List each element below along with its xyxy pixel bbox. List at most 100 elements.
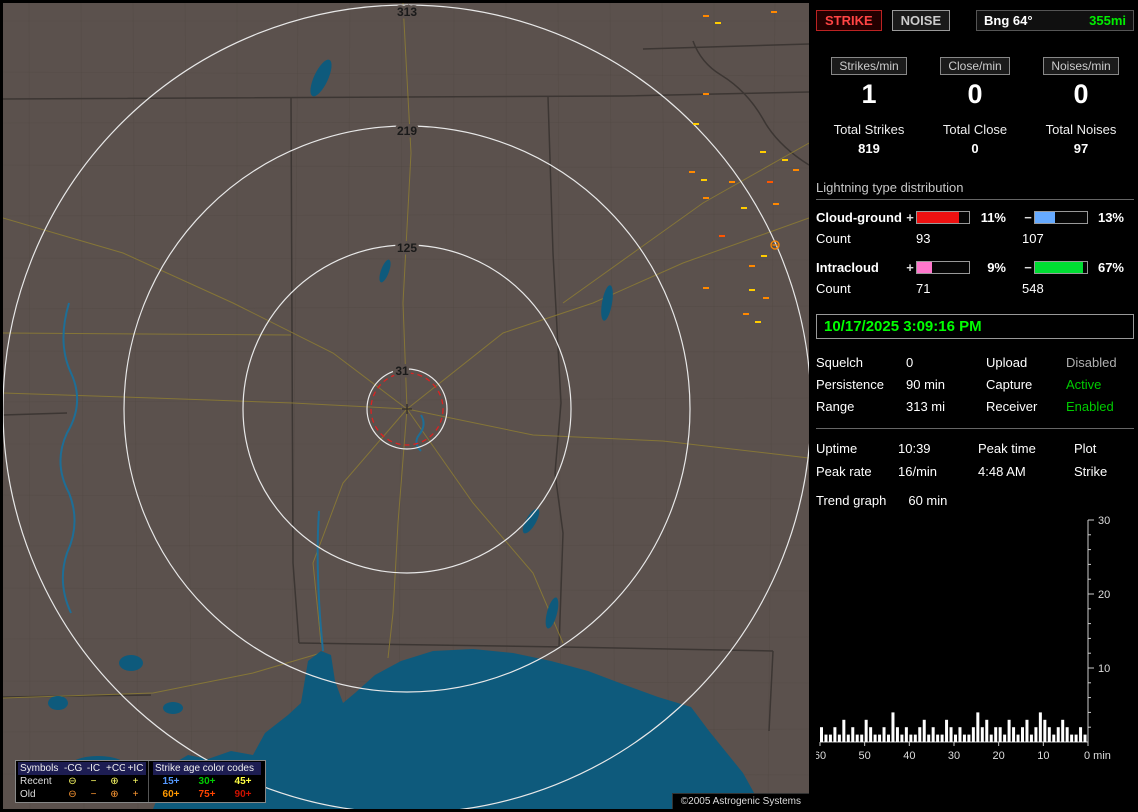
plot-label: Plot xyxy=(1074,441,1134,456)
plot-value: Strike xyxy=(1074,464,1134,479)
persistence-label: Persistence xyxy=(816,377,906,392)
old-neg-cg-icon: ⊖ xyxy=(62,788,83,801)
strikes-per-min-header: Strikes/min xyxy=(831,57,906,75)
noises-per-min-header: Noises/min xyxy=(1043,57,1118,75)
map-panel[interactable]: 313 219 125 31 Symbols -CG -IC +CG +IC R… xyxy=(3,3,809,809)
close-column: Close/min 0 Total Close 0 xyxy=(922,57,1028,156)
status-sidebar: STRIKE NOISE Bng 64° 355mi Strikes/min 1… xyxy=(816,10,1134,768)
noises-per-min-value: 0 xyxy=(1028,79,1134,110)
age-45: 45+ xyxy=(225,775,261,788)
legend-col-neg-ic: -IC xyxy=(83,762,104,775)
ic-positive-bar xyxy=(916,261,970,274)
uptime-value: 10:39 xyxy=(898,441,978,456)
range-label-125: 125 xyxy=(397,241,417,255)
cloud-ground-label: Cloud-ground xyxy=(816,210,904,225)
svg-text:20: 20 xyxy=(993,750,1005,762)
svg-text:30: 30 xyxy=(1098,516,1110,527)
legend-old-label: Old xyxy=(18,788,62,801)
old-neg-ic-icon: − xyxy=(83,788,104,801)
ic-positive-count: 71 xyxy=(916,281,1010,296)
svg-text:50: 50 xyxy=(859,750,871,762)
plus-sign: + xyxy=(904,260,916,275)
peak-time-label: Peak time xyxy=(978,441,1074,456)
svg-text:10: 10 xyxy=(1098,663,1110,675)
total-noises-value: 97 xyxy=(1028,141,1134,156)
svg-text:10: 10 xyxy=(1037,750,1049,762)
squelch-value: 0 xyxy=(906,355,986,370)
upload-value: Disabled xyxy=(1066,355,1134,370)
bearing-value: Bng 64° xyxy=(984,13,1033,28)
total-strikes-label: Total Strikes xyxy=(816,122,922,137)
age-75: 75+ xyxy=(189,788,225,801)
ic-positive-percent: 9% xyxy=(970,260,1010,275)
session-stats: Uptime 10:39 Peak time Plot Peak rate 16… xyxy=(816,441,1134,479)
cg-count-label: Count xyxy=(816,231,904,246)
old-pos-cg-icon: ⊕ xyxy=(104,788,125,801)
receiver-label: Receiver xyxy=(986,399,1066,414)
svg-text:0 min: 0 min xyxy=(1084,750,1111,762)
legend-recent-label: Recent xyxy=(18,775,62,788)
weather-map[interactable]: 313 219 125 31 xyxy=(3,3,809,809)
total-close-label: Total Close xyxy=(922,122,1028,137)
strikes-column: Strikes/min 1 Total Strikes 819 xyxy=(816,57,922,156)
copyright-notice: ©2005 Astrogenic Systems xyxy=(672,793,809,809)
legend-age-header: Strike age color codes xyxy=(153,762,261,775)
legend-symbols-header: Symbols xyxy=(18,762,62,775)
cg-negative-count: 107 xyxy=(1022,231,1134,246)
age-90: 90+ xyxy=(225,788,261,801)
intracloud-label: Intracloud xyxy=(816,260,904,275)
bearing-distance: 355mi xyxy=(1089,13,1126,28)
total-close-value: 0 xyxy=(922,141,1028,156)
range-label-219: 219 xyxy=(397,124,417,138)
trend-graph-header: Trend graph 60 min xyxy=(816,493,1134,508)
rate-panel: Strikes/min 1 Total Strikes 819 Close/mi… xyxy=(816,57,1134,156)
intracloud-row: Intracloud + 9% − 67% xyxy=(816,260,1134,275)
mode-toolbar: STRIKE NOISE Bng 64° 355mi xyxy=(816,10,1134,31)
total-noises-label: Total Noises xyxy=(1028,122,1134,137)
upload-label: Upload xyxy=(986,355,1066,370)
range-label-31: 31 xyxy=(395,364,409,378)
old-pos-ic-icon: + xyxy=(125,788,146,801)
range-value: 313 mi xyxy=(906,399,986,414)
legend-col-pos-ic: +IC xyxy=(125,762,146,775)
svg-text:30: 30 xyxy=(948,750,960,762)
noise-mode-button[interactable]: NOISE xyxy=(892,10,950,31)
range-label: Range xyxy=(816,399,906,414)
squelch-label: Squelch xyxy=(816,355,906,370)
recent-neg-ic-icon: − xyxy=(83,775,104,788)
cg-negative-bar xyxy=(1034,211,1088,224)
recent-pos-ic-icon: + xyxy=(125,775,146,788)
uptime-label: Uptime xyxy=(816,441,898,456)
symbol-legend: Symbols -CG -IC +CG +IC Recent ⊖ − ⊕ + O… xyxy=(15,760,266,803)
divider xyxy=(816,428,1134,429)
svg-text:60: 60 xyxy=(816,750,826,762)
strike-mode-button[interactable]: STRIKE xyxy=(816,10,882,31)
receiver-settings: Squelch 0 Upload Disabled Persistence 90… xyxy=(816,355,1134,414)
ic-negative-count: 548 xyxy=(1022,281,1134,296)
divider xyxy=(816,199,1134,200)
recent-neg-cg-icon: ⊖ xyxy=(62,775,83,788)
svg-text:40: 40 xyxy=(903,750,915,762)
peak-time-value: 4:48 AM xyxy=(978,464,1074,479)
minus-sign: − xyxy=(1022,260,1034,275)
bearing-readout: Bng 64° 355mi xyxy=(976,10,1134,31)
plus-sign: + xyxy=(904,210,916,225)
capture-value: Active xyxy=(1066,377,1134,392)
close-per-min-value: 0 xyxy=(922,79,1028,110)
trend-graph-period: 60 min xyxy=(908,493,947,508)
cg-positive-count: 93 xyxy=(916,231,1010,246)
cg-positive-bar xyxy=(916,211,970,224)
ic-negative-bar xyxy=(1034,261,1088,274)
age-60: 60+ xyxy=(153,788,189,801)
noises-column: Noises/min 0 Total Noises 97 xyxy=(1028,57,1134,156)
close-per-min-header: Close/min xyxy=(940,57,1009,75)
cg-positive-percent: 11% xyxy=(970,210,1010,225)
range-label-313: 313 xyxy=(397,5,417,19)
ic-count-label: Count xyxy=(816,281,904,296)
strikes-per-min-value: 1 xyxy=(816,79,922,110)
trend-graph-label: Trend graph xyxy=(816,493,886,508)
distribution-title: Lightning type distribution xyxy=(816,180,1134,195)
capture-label: Capture xyxy=(986,377,1066,392)
peak-rate-label: Peak rate xyxy=(816,464,898,479)
receiver-value: Enabled xyxy=(1066,399,1134,414)
